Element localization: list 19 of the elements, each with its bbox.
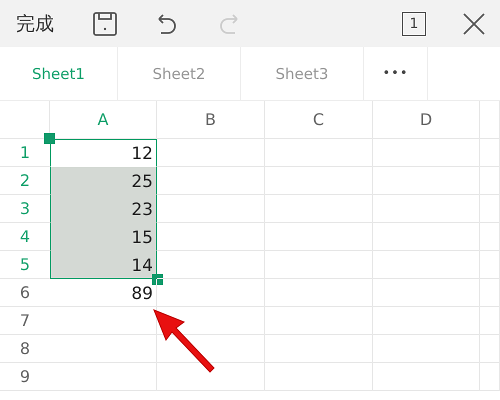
table-cell: 89 xyxy=(50,279,157,307)
done-button[interactable]: 完成 xyxy=(16,10,54,36)
row-header[interactable]: 7 xyxy=(0,307,50,335)
table-cell: 23 xyxy=(50,195,157,223)
save-icon[interactable] xyxy=(92,10,118,36)
table-cell: 15 xyxy=(50,223,157,251)
table-cell: 25 xyxy=(50,167,157,195)
close-icon[interactable] xyxy=(462,12,486,36)
column-header[interactable]: D xyxy=(373,101,480,139)
row-header[interactable]: 9 xyxy=(0,363,50,391)
row-header[interactable]: 6 xyxy=(0,279,50,307)
selection-handle[interactable] xyxy=(152,274,163,285)
selection-handle[interactable] xyxy=(44,133,55,144)
row-header[interactable]: 8 xyxy=(0,335,50,363)
more-button[interactable]: ••• xyxy=(364,47,428,100)
column-header[interactable]: C xyxy=(265,101,373,139)
sheet-tab[interactable]: Sheet1 xyxy=(0,47,118,100)
sheet-count-button[interactable]: 1 xyxy=(402,12,426,36)
column-header[interactable]: B xyxy=(157,101,265,139)
